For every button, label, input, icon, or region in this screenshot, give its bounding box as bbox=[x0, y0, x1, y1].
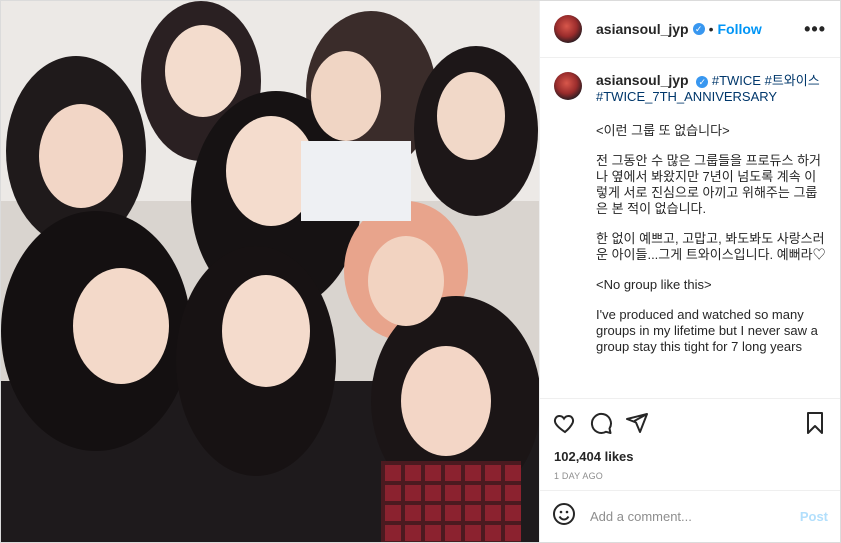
action-bar bbox=[540, 398, 840, 446]
separator-dot: • bbox=[708, 21, 714, 37]
heart-icon[interactable] bbox=[550, 408, 580, 438]
avatar[interactable] bbox=[554, 72, 582, 100]
avatar[interactable] bbox=[554, 15, 582, 43]
post-comment-button[interactable]: Post bbox=[800, 509, 828, 524]
bookmark-icon[interactable] bbox=[800, 408, 830, 438]
comment-input[interactable] bbox=[588, 508, 800, 525]
more-options-icon[interactable]: ••• bbox=[804, 19, 826, 40]
hashtag-link[interactable]: #TWICE_7TH_ANNIVERSARY bbox=[596, 89, 777, 104]
like-count[interactable]: 102,404 likes bbox=[540, 446, 840, 468]
caption-text: asiansoul_jyp ✓ #TWICE #트와이스 #TWICE_7TH_… bbox=[596, 72, 826, 355]
share-icon[interactable] bbox=[622, 408, 652, 438]
caption-paragraph: 전 그동안 수 많은 그룹들을 프로듀스 하거나 옆에서 봐왔지만 7년이 넘도… bbox=[596, 153, 821, 216]
group-photo-illustration bbox=[1, 1, 539, 542]
verified-badge-icon: ✓ bbox=[696, 76, 709, 88]
caption-username-link[interactable]: asiansoul_jyp bbox=[596, 72, 689, 88]
hashtag-link[interactable]: #TWICE bbox=[712, 73, 761, 88]
instagram-post: asiansoul_jyp ✓ • Follow ••• asiansoul_j… bbox=[0, 0, 841, 543]
caption-paragraph: <이런 그룹 또 없습니다> bbox=[596, 123, 730, 138]
caption-paragraph: I've produced and watched so many groups… bbox=[596, 307, 818, 354]
follow-button[interactable]: Follow bbox=[718, 21, 762, 37]
post-header: asiansoul_jyp ✓ • Follow ••• bbox=[540, 1, 840, 58]
verified-badge-icon: ✓ bbox=[692, 23, 705, 35]
post-timestamp[interactable]: 1 DAY AGO bbox=[540, 468, 840, 490]
caption-area: asiansoul_jyp ✓ #TWICE #트와이스 #TWICE_7TH_… bbox=[540, 58, 840, 398]
post-sidebar: asiansoul_jyp ✓ • Follow ••• asiansoul_j… bbox=[539, 1, 840, 542]
post-photo[interactable] bbox=[1, 1, 539, 542]
comment-icon[interactable] bbox=[586, 408, 616, 438]
username-link[interactable]: asiansoul_jyp bbox=[596, 21, 689, 37]
hashtag-link[interactable]: #트와이스 bbox=[765, 73, 820, 88]
caption-paragraph: <No group like this> bbox=[596, 277, 712, 292]
emoji-icon[interactable] bbox=[552, 502, 576, 531]
caption-paragraph: 한 없이 예쁘고, 고맙고, 봐도봐도 사랑스러운 아이들...그게 트와이스입… bbox=[596, 231, 826, 262]
comment-box: Post bbox=[540, 490, 840, 542]
